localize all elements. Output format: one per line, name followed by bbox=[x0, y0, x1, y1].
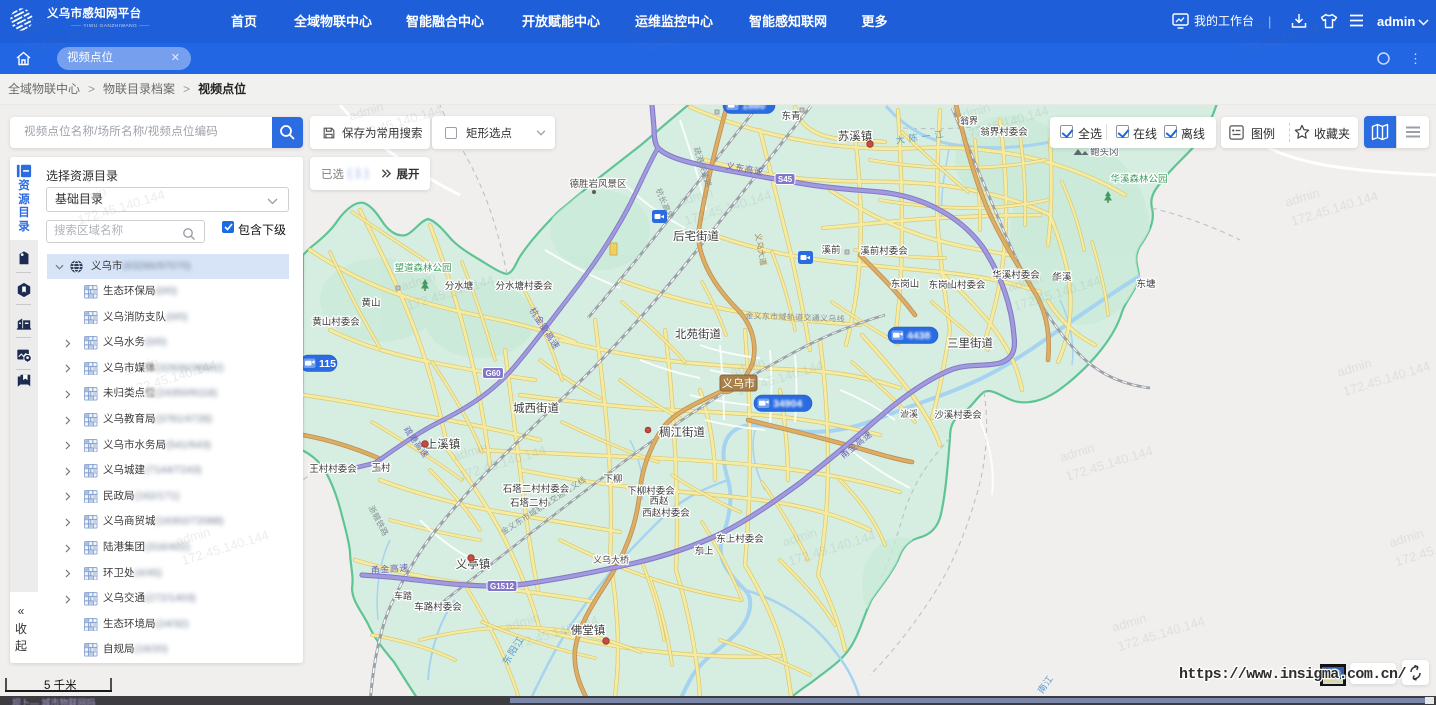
svg-text:华溪森林公园: 华溪森林公园 bbox=[1110, 173, 1167, 185]
svg-text:望道森林公园: 望道森林公园 bbox=[394, 262, 451, 274]
svg-text:华溪村委会: 华溪村委会 bbox=[992, 269, 1040, 281]
svg-text:分水塘: 分水塘 bbox=[445, 280, 474, 292]
svg-text:东青: 东青 bbox=[781, 110, 800, 122]
svg-text:后宅街道: 后宅街道 bbox=[673, 229, 719, 243]
svg-text:S45: S45 bbox=[778, 175, 793, 184]
svg-text:4438: 4438 bbox=[907, 330, 931, 342]
svg-text:溪前村委会: 溪前村委会 bbox=[860, 245, 908, 257]
svg-text:上溪镇: 上溪镇 bbox=[426, 437, 461, 451]
svg-text:东上: 东上 bbox=[694, 545, 714, 557]
svg-text:溪前: 溪前 bbox=[821, 244, 840, 256]
svg-text:东岗山: 东岗山 bbox=[891, 278, 920, 290]
svg-text:佛堂镇: 佛堂镇 bbox=[571, 623, 606, 637]
svg-text:苏溪镇: 苏溪镇 bbox=[838, 129, 873, 143]
svg-text:黄山: 黄山 bbox=[361, 297, 380, 309]
svg-text:黄山村委会: 黄山村委会 bbox=[312, 316, 360, 328]
svg-text:车踏: 车踏 bbox=[394, 590, 412, 601]
svg-text:稠江街道: 稠江街道 bbox=[659, 425, 705, 439]
svg-text:义乌大桥: 义乌大桥 bbox=[593, 554, 629, 565]
svg-text:34904: 34904 bbox=[773, 398, 802, 410]
svg-text:翁界村委会: 翁界村委会 bbox=[980, 126, 1028, 138]
svg-text:G1512: G1512 bbox=[490, 582, 515, 591]
svg-text:翁界: 翁界 bbox=[960, 115, 978, 126]
svg-text:王村: 王村 bbox=[371, 462, 391, 474]
svg-text:G60: G60 bbox=[485, 369, 501, 378]
svg-text:三里街道: 三里街道 bbox=[947, 336, 993, 350]
svg-text:115: 115 bbox=[319, 358, 336, 370]
svg-text:车路村委会: 车路村委会 bbox=[414, 601, 462, 613]
svg-text:城西街道: 城西街道 bbox=[513, 401, 559, 415]
svg-text:分水塘村委会: 分水塘村委会 bbox=[495, 280, 553, 292]
svg-text:北苑街道: 北苑街道 bbox=[675, 327, 721, 341]
svg-text:石塔二村村委会: 石塔二村村委会 bbox=[503, 483, 570, 495]
svg-text:德胜岩风景区: 德胜岩风景区 bbox=[569, 178, 627, 190]
svg-text:东岗山村委会: 东岗山村委会 bbox=[928, 279, 986, 291]
svg-text:东塘: 东塘 bbox=[1136, 278, 1156, 290]
svg-text:西赵村委会: 西赵村委会 bbox=[642, 507, 690, 519]
svg-text:义乌市: 义乌市 bbox=[722, 376, 755, 390]
svg-text:东上村委会: 东上村委会 bbox=[716, 533, 764, 545]
svg-text:王村村委会: 王村村委会 bbox=[309, 463, 357, 475]
svg-text:https://www.insigma.com.cn/: https://www.insigma.com.cn/ bbox=[1179, 666, 1406, 683]
svg-text:下柳: 下柳 bbox=[603, 473, 622, 485]
svg-text:沙溪村委会: 沙溪村委会 bbox=[934, 409, 982, 421]
svg-text:西赵: 西赵 bbox=[649, 495, 669, 507]
svg-text:石塔二村: 石塔二村 bbox=[510, 497, 549, 509]
